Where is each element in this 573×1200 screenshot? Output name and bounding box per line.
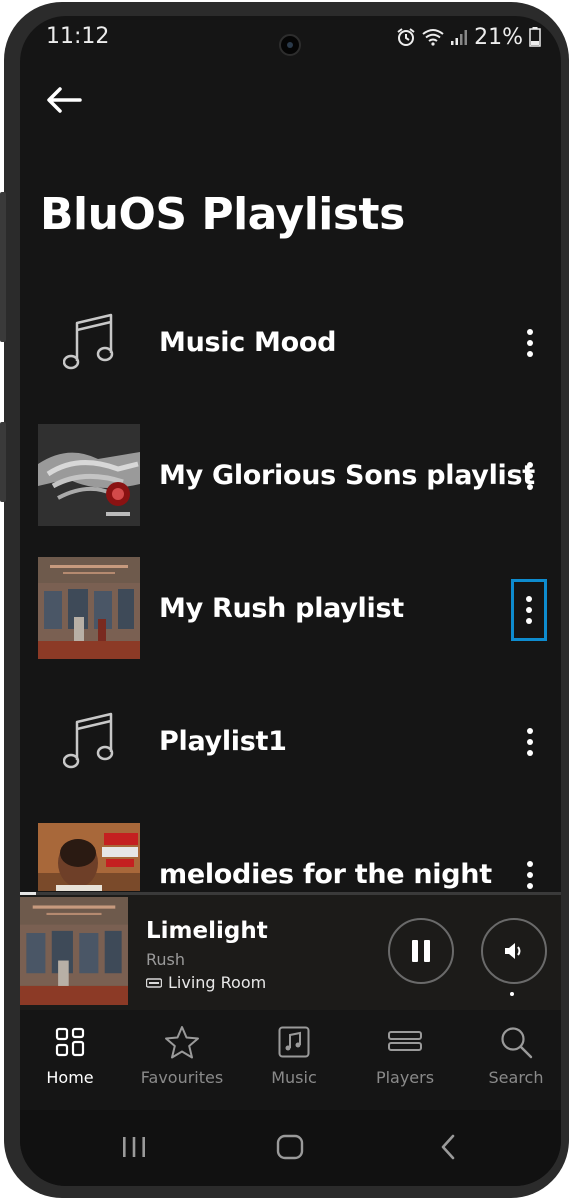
music-note-icon	[63, 712, 114, 769]
playlist-thumbnail	[38, 291, 140, 393]
playlist-options-button[interactable]	[510, 718, 550, 766]
system-back-button[interactable]	[418, 1122, 478, 1172]
music-note-icon	[63, 313, 114, 370]
nav-label: Favourites	[140, 1068, 224, 1087]
playlist-album-art	[38, 424, 140, 526]
playlist-thumbnail	[38, 690, 140, 792]
playlist-row[interactable]: My Glorious Sons playlist	[20, 424, 561, 528]
playlist-name: My Glorious Sons playlist	[159, 460, 535, 491]
status-time: 11:12	[46, 24, 110, 49]
playlist-row[interactable]: Music Mood	[20, 291, 561, 395]
playlist-name: melodies for the night	[159, 859, 492, 890]
zone-label: Living Room	[168, 973, 267, 992]
system-navigation-bar	[20, 1110, 561, 1186]
home-grid-icon	[55, 1027, 85, 1057]
nav-label: Music	[271, 1068, 317, 1087]
now-playing-zone[interactable]: Living Room	[146, 973, 266, 992]
nav-favourites[interactable]: Favourites	[132, 1010, 232, 1110]
chevron-left-icon	[441, 1134, 455, 1160]
playback-progress-fill	[20, 892, 37, 895]
volume-indicator-dot	[510, 992, 514, 996]
now-playing-title: Limelight	[146, 918, 268, 944]
recent-apps-icon	[123, 1137, 145, 1157]
app-screen: 11:12 21% BluOS Playlists Music Mood My …	[20, 16, 561, 1186]
players-icon	[388, 1031, 422, 1051]
home-button[interactable]	[260, 1122, 320, 1172]
page-title: BluOS Playlists	[40, 189, 405, 240]
home-icon	[276, 1134, 304, 1160]
nav-search[interactable]: Search	[466, 1010, 561, 1110]
back-arrow-icon	[47, 87, 82, 113]
search-icon	[501, 1027, 533, 1059]
playlist-row[interactable]: melodies for the night	[20, 823, 561, 891]
status-icons: 21%	[396, 24, 541, 50]
alarm-icon	[397, 28, 415, 46]
front-camera	[279, 34, 301, 56]
playlist-row[interactable]: Playlist1	[20, 690, 561, 794]
star-icon	[165, 1026, 199, 1059]
playlist-album-art	[38, 823, 140, 891]
playlist-options-button[interactable]	[510, 851, 550, 891]
playlist-name: Music Mood	[159, 327, 337, 358]
player-icon	[146, 977, 162, 988]
playlist-options-button[interactable]	[511, 579, 547, 641]
nav-label: Home	[46, 1068, 94, 1087]
battery-icon	[529, 27, 541, 47]
playlist-row[interactable]: My Rush playlist	[20, 557, 561, 661]
now-playing-album-art[interactable]	[20, 897, 128, 1005]
volume-button[interactable]	[481, 918, 547, 984]
playlist-name: Playlist1	[159, 726, 287, 757]
music-icon	[278, 1026, 310, 1058]
wifi-icon	[422, 29, 444, 46]
phone-frame: 11:12 21% BluOS Playlists Music Mood My …	[0, 2, 569, 1198]
nav-label: Search	[488, 1068, 544, 1087]
recent-apps-button[interactable]	[104, 1122, 164, 1172]
back-button[interactable]	[40, 80, 88, 120]
pause-icon	[412, 940, 430, 962]
playlist-list: Music Mood My Glorious Sons playlist My …	[20, 276, 561, 891]
nav-music[interactable]: Music	[244, 1010, 344, 1110]
playlist-name: My Rush playlist	[159, 593, 404, 624]
bixby-button	[0, 422, 6, 502]
signal-icon	[451, 30, 468, 45]
playlist-album-art	[38, 557, 140, 659]
playlist-options-button[interactable]	[510, 452, 550, 500]
playlist-options-button[interactable]	[510, 319, 550, 367]
playback-progress[interactable]	[20, 892, 561, 895]
bottom-navigation: Home Favourites Music Players Search	[20, 1010, 561, 1110]
nav-home[interactable]: Home	[20, 1010, 120, 1110]
nav-label: Players	[375, 1068, 435, 1087]
nav-players[interactable]: Players	[355, 1010, 455, 1110]
volume-button	[0, 192, 6, 342]
battery-percent: 21%	[474, 24, 523, 50]
now-playing-artist: Rush	[146, 950, 186, 969]
pause-button[interactable]	[388, 918, 454, 984]
volume-icon	[505, 943, 521, 959]
now-playing-bar[interactable]: Limelight Rush Living Room	[20, 892, 561, 1010]
